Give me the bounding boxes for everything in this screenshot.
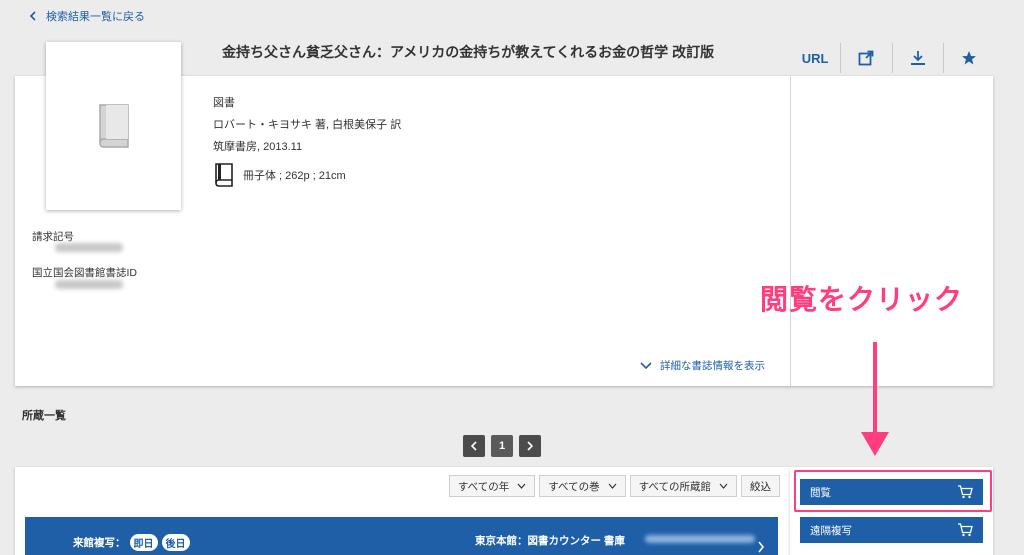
remote-copy-button[interactable]: 遠隔複写 [800,517,983,543]
material-type: 図書 [213,97,235,109]
pagination: 1 [463,435,541,457]
action-bar: URL [790,42,994,74]
external-link-icon [858,50,874,66]
author: ロバート・キヨサキ 著, 白根美保子 訳 [213,119,402,131]
ndl-id-value-redacted [55,280,123,289]
book-metadata: 図書 ロバート・キヨサキ 著, 白根美保子 訳 筑摩書房, 2013.11 冊子… [213,94,401,188]
download-icon [910,51,925,65]
open-external-button[interactable] [841,43,893,73]
book-format-icon [215,163,233,187]
annotation-text: 閲覧をクリック [760,284,964,315]
download-button[interactable] [893,43,944,73]
call-number-value-redacted [55,243,123,252]
format-row: 冊子体 ; 262p ; 21cm [213,162,401,188]
chevron-right-icon [527,441,534,451]
publisher: 筑摩書房, 2013.11 [213,141,303,153]
chevron-left-icon [29,11,36,21]
library-filter[interactable]: すべての所蔵館 [629,475,737,497]
book-cover-placeholder [46,42,181,210]
holdings-heading: 所蔵一覧 [22,410,66,422]
annotation-arrow-icon [861,342,889,456]
page-number[interactable]: 1 [491,435,513,457]
annotation-highlight [794,470,992,512]
card-divider [790,76,791,386]
call-number-label: 請求記号 [32,231,74,243]
star-icon [961,51,976,65]
chevron-down-icon [517,483,526,489]
chevron-left-icon [470,441,477,451]
library-filter-label: すべての所蔵館 [638,480,711,493]
year-filter-label: すべての年 [457,480,510,493]
book-icon [98,104,129,148]
chevron-down-icon [608,483,617,489]
show-details-label: 詳細な書誌情報を表示 [660,360,765,372]
remote-copy-button-label: 遠隔複写 [810,524,852,537]
cart-icon [958,523,973,537]
chevron-down-icon [719,483,728,489]
back-to-results-link[interactable]: 検索結果一覧に戻る [28,8,145,24]
book-title: 金持ち父さん貧乏父さん：アメリカの金持ちが教えてくれるお金の哲学 改訂版 [222,44,715,60]
holding-location: 東京本館：図書カウンター 書庫 [475,535,625,547]
copy-service-label: 来館複写： [73,537,126,549]
holdings-panel: すべての年 すべての巻 すべての所蔵館 絞込 来館複写： 即日 後日 東京本館：… [15,467,790,555]
chevron-right-icon [758,541,765,553]
next-page-button[interactable] [519,435,541,457]
format-text: 冊子体 ; 262p ; 21cm [243,170,346,182]
apply-filter-button[interactable]: 絞込 [741,475,780,497]
chevron-down-icon [640,361,652,369]
favorite-button[interactable] [944,43,994,73]
url-button[interactable]: URL [790,43,842,73]
same-day-badge: 即日 [129,534,158,551]
prev-page-button[interactable] [463,435,485,457]
url-button-label: URL [801,50,829,66]
year-filter[interactable]: すべての年 [448,475,536,497]
later-badge: 後日 [161,534,190,551]
volume-filter[interactable]: すべての巻 [539,475,626,497]
show-details-link[interactable]: 詳細な書誌情報を表示 [640,358,765,373]
volume-filter-label: すべての巻 [548,480,600,493]
copy-service: 来館複写： 即日 後日 [73,534,190,551]
ndl-id-label: 国立国会図書館書誌ID [32,267,137,279]
filter-bar: すべての年 すべての巻 すべての所蔵館 絞込 [448,475,780,497]
holding-row[interactable]: 来館複写： 即日 後日 東京本館：図書カウンター 書庫 [25,517,778,555]
back-link-label: 検索結果一覧に戻る [46,11,145,23]
location-id-redacted [645,535,755,543]
